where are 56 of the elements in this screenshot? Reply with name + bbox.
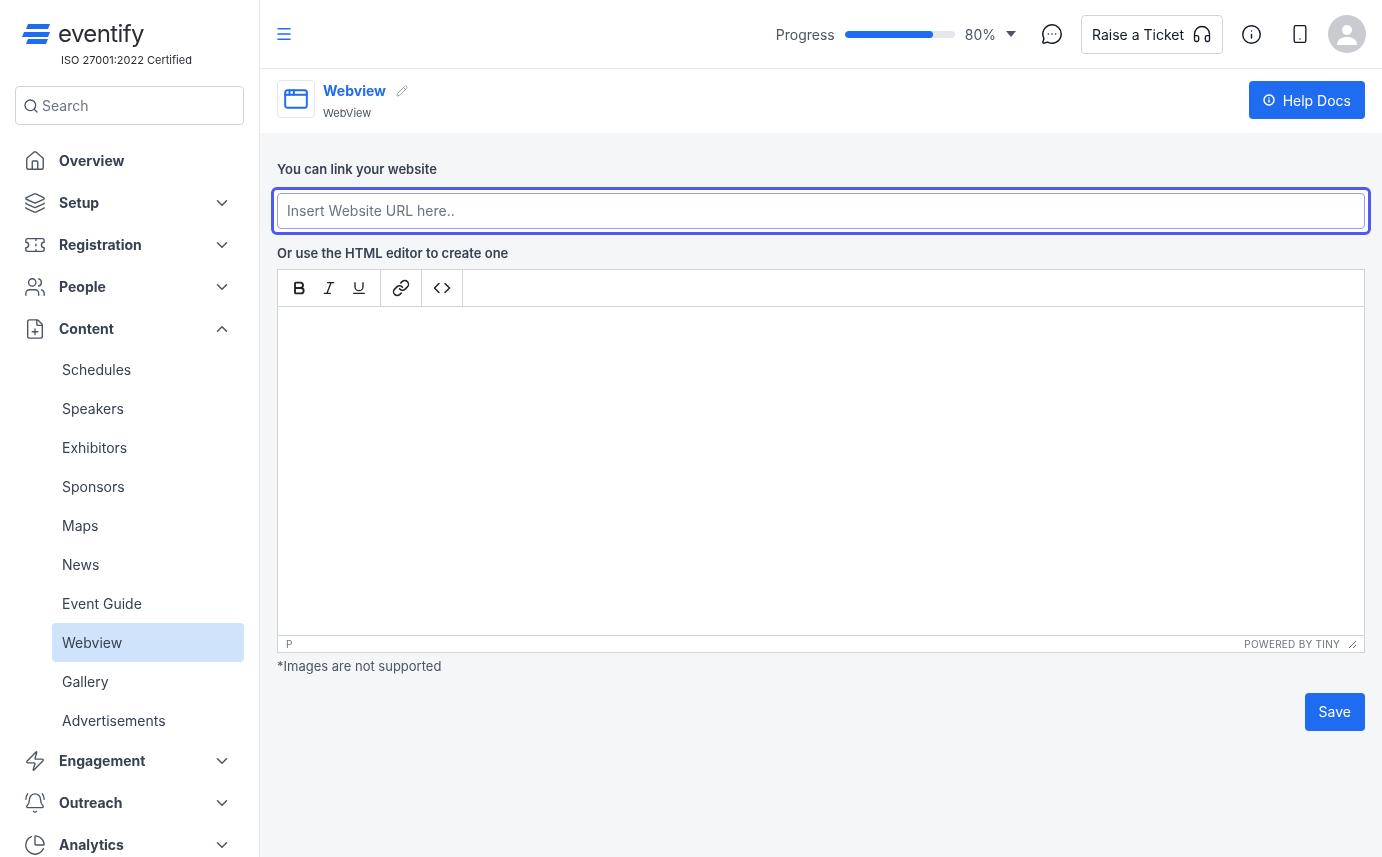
nav-subitem[interactable]: Advertisements <box>52 700 244 740</box>
certification-label: ISO 27001:2022 Certified <box>61 52 193 69</box>
menu-icon[interactable] <box>275 25 293 43</box>
nav-item[interactable]: Overview <box>59 150 231 171</box>
link-icon[interactable] <box>392 279 410 297</box>
bold-icon[interactable] <box>291 280 307 296</box>
help-docs-button[interactable]: Help Docs <box>1248 81 1365 119</box>
underline-icon[interactable] <box>351 280 367 296</box>
html-editor[interactable]: P POWERED BY TINY <box>277 269 1365 653</box>
url-field[interactable]: Insert Website URL here.. <box>271 186 1371 235</box>
nav-item[interactable]: Engagement <box>59 750 213 771</box>
page-title: Webview <box>323 81 386 101</box>
page-subtitle: WebView <box>323 105 373 122</box>
chat-icon[interactable] <box>1040 23 1063 45</box>
editor-label: Or use the HTML editor to create one <box>277 243 510 263</box>
nav-subitem[interactable]: Webview <box>52 622 244 662</box>
document-plus-icon <box>24 317 46 340</box>
nav-item[interactable]: Analytics <box>59 834 213 855</box>
nav-item[interactable]: Content <box>59 318 213 339</box>
italic-icon[interactable] <box>321 280 337 296</box>
nav-subitem[interactable]: Speakers <box>52 388 244 428</box>
headphones-icon <box>1192 24 1212 44</box>
nav-subitem[interactable]: Sponsors <box>52 466 244 506</box>
search-icon <box>23 97 39 114</box>
editor-branding: POWERED BY TINY <box>1244 636 1340 652</box>
caret-down-icon[interactable] <box>1005 31 1016 37</box>
url-label: You can link your website <box>277 160 438 179</box>
search-field[interactable]: Search <box>15 85 244 125</box>
nav-subitem[interactable]: Event Guide <box>52 583 244 623</box>
progress-label: Progress <box>775 24 835 45</box>
progress-reading: 80% <box>964 24 996 45</box>
person-silhouette-icon <box>1336 23 1358 45</box>
raise-ticket-button[interactable]: Raise a Ticket <box>1080 14 1223 54</box>
lightning-icon <box>24 749 46 772</box>
browser-window-icon <box>283 86 309 112</box>
people-icon <box>24 275 46 298</box>
layers-icon <box>24 191 46 214</box>
nav-subitem[interactable]: Gallery <box>52 661 244 701</box>
pie-chart-icon <box>24 833 46 856</box>
nav-item[interactable]: People <box>59 276 213 297</box>
bell-icon <box>24 791 46 814</box>
nav-item[interactable]: Registration <box>59 234 213 255</box>
nav-subitem[interactable]: Schedules <box>52 349 244 389</box>
info-icon <box>1262 94 1275 106</box>
nav-subitem[interactable]: Maps <box>52 505 244 545</box>
brand-name: eventify <box>58 22 144 46</box>
house-icon <box>24 149 46 172</box>
images-note: *Images are not supported <box>277 657 443 676</box>
nav-item[interactable]: Setup <box>59 192 213 213</box>
nav-subitem[interactable]: Exhibitors <box>52 427 244 467</box>
nav-item[interactable]: Outreach <box>59 792 213 813</box>
element-path: P <box>286 636 293 652</box>
save-button[interactable]: Save <box>1304 692 1365 731</box>
info-icon[interactable] <box>1241 23 1262 45</box>
resize-handle-icon[interactable] <box>1348 640 1356 648</box>
nav-subitem[interactable]: News <box>52 544 244 584</box>
